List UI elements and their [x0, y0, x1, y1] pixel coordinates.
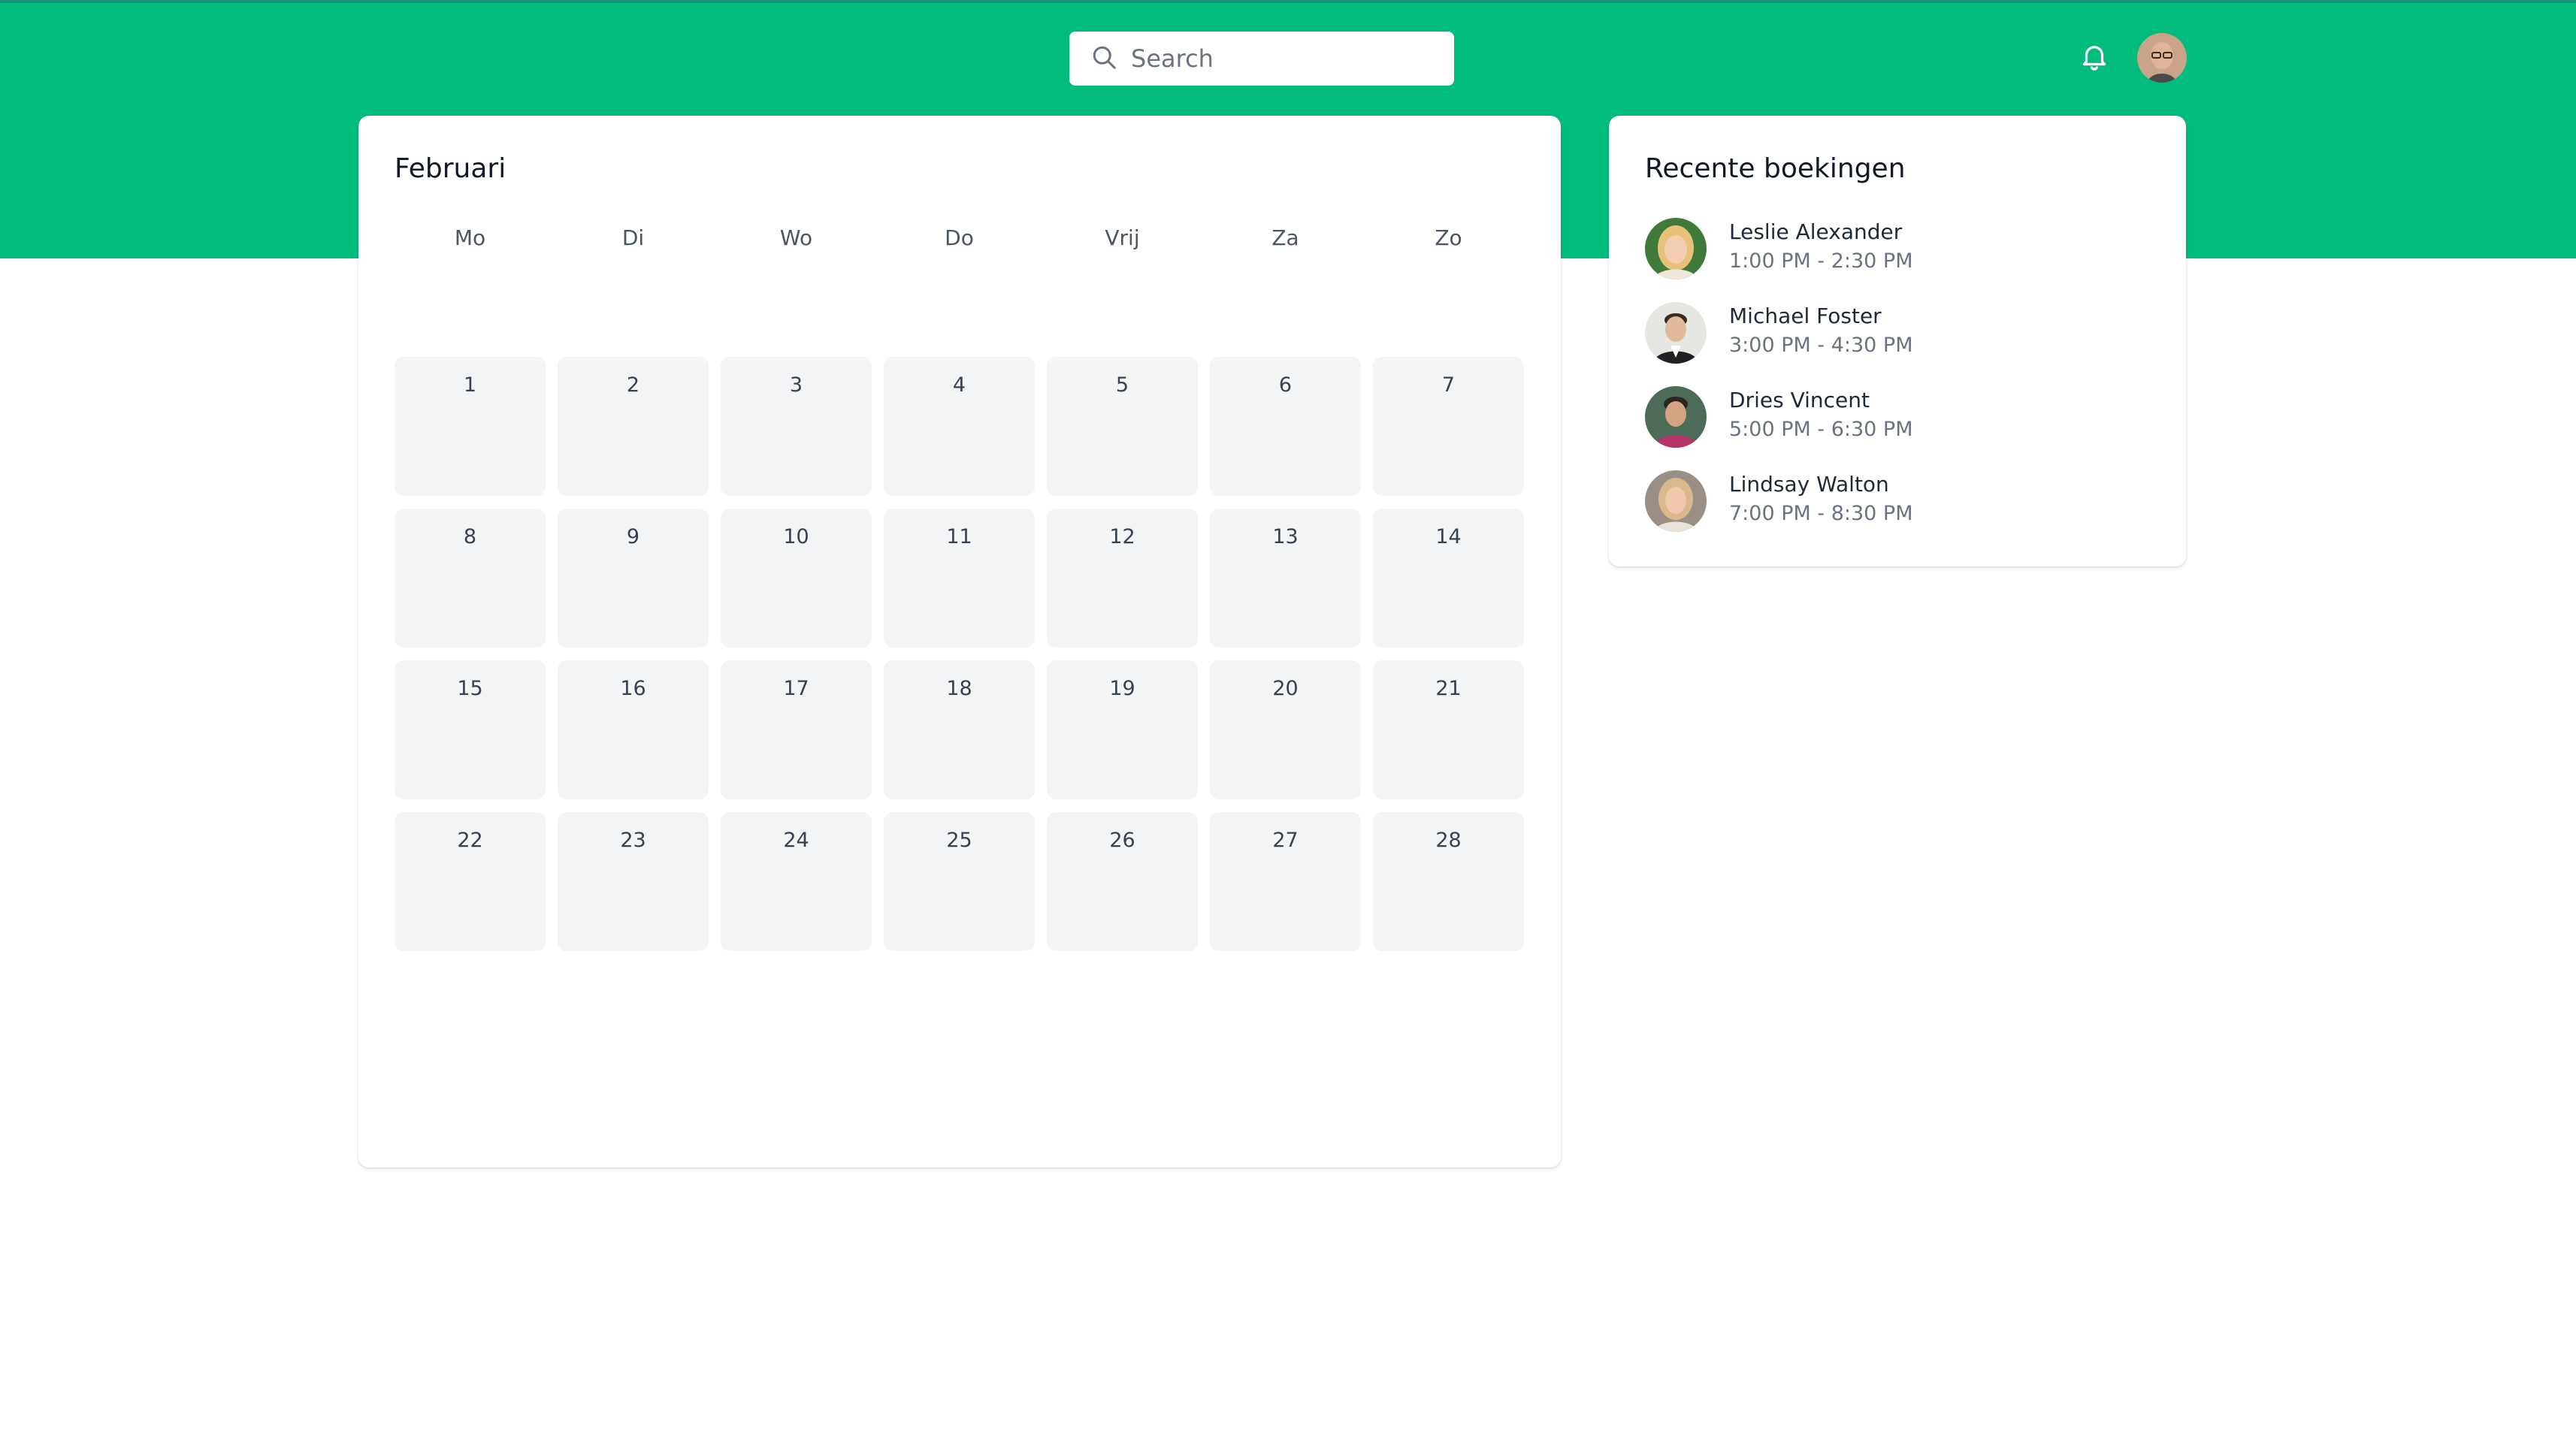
weekday-label: Za [1271, 225, 1299, 250]
calendar-day[interactable]: 18 [884, 660, 1035, 799]
calendar-day[interactable]: 11 [884, 509, 1035, 648]
booking-item[interactable]: Dries Vincent 5:00 PM - 6:30 PM [1645, 385, 2156, 452]
day-number: 27 [1272, 829, 1299, 852]
search-input[interactable]: Search [1131, 44, 1214, 73]
weekday-label: Wo [779, 225, 813, 250]
calendar-day[interactable]: 23 [558, 812, 709, 951]
booking-name: Leslie Alexander [1729, 219, 1903, 244]
day-number: 12 [1109, 525, 1135, 548]
day-number: 22 [457, 829, 483, 852]
calendar-day[interactable]: 15 [395, 660, 546, 799]
day-number: 26 [1109, 829, 1135, 852]
booking-name: Lindsay Walton [1729, 472, 1889, 497]
weekday-header-row: Mo Di Wo Do Vrij Za Zo [395, 225, 1525, 255]
day-number: 28 [1435, 829, 1462, 852]
avatar [1645, 470, 1707, 532]
calendar-card: Februari Mo Di Wo Do Vrij Za Zo 1 2 3 4 … [358, 116, 1561, 1168]
recent-bookings-card: Recente boekingen Leslie Alexander 1:00 … [1609, 116, 2186, 566]
weekday-label: Di [621, 225, 645, 250]
calendar-day-grid: 1 2 3 4 5 6 7 8 9 10 11 12 13 14 15 16 1… [395, 357, 1525, 951]
day-number: 3 [789, 373, 803, 397]
booking-name: Dries Vincent [1729, 388, 1870, 412]
calendar-day[interactable]: 1 [395, 357, 546, 496]
day-number: 6 [1278, 373, 1293, 397]
calendar-day[interactable]: 17 [721, 660, 872, 799]
day-number: 25 [946, 829, 972, 852]
calendar-day[interactable]: 24 [721, 812, 872, 951]
day-number: 11 [946, 525, 972, 548]
day-number: 1 [463, 373, 477, 397]
avatar [1645, 302, 1707, 364]
booking-item[interactable]: Leslie Alexander 1:00 PM - 2:30 PM [1645, 216, 2156, 284]
weekday-label: Mo [454, 225, 486, 250]
day-number: 23 [620, 829, 646, 852]
booking-item[interactable]: Lindsay Walton 7:00 PM - 8:30 PM [1645, 469, 2156, 536]
day-number: 9 [626, 525, 640, 548]
weekday-label: Vrij [1105, 225, 1140, 250]
calendar-day[interactable]: 25 [884, 812, 1035, 951]
calendar-day[interactable]: 22 [395, 812, 546, 951]
calendar-day[interactable]: 7 [1373, 357, 1524, 496]
calendar-day[interactable]: 5 [1047, 357, 1198, 496]
bell-icon [2079, 41, 2110, 75]
calendar-day[interactable]: 14 [1373, 509, 1524, 648]
calendar-day[interactable]: 26 [1047, 812, 1198, 951]
day-number: 14 [1435, 525, 1462, 548]
calendar-day[interactable]: 13 [1210, 509, 1361, 648]
calendar-day[interactable]: 28 [1373, 812, 1524, 951]
calendar-day[interactable]: 20 [1210, 660, 1361, 799]
day-number: 4 [952, 373, 966, 397]
day-number: 5 [1115, 373, 1129, 397]
search-icon [1090, 44, 1117, 74]
booking-time: 7:00 PM - 8:30 PM [1729, 502, 1913, 525]
booking-name: Michael Foster [1729, 304, 1882, 328]
day-number: 20 [1272, 677, 1299, 700]
recent-bookings-title: Recente boekingen [1645, 153, 1906, 184]
day-number: 15 [457, 677, 483, 700]
booking-time: 3:00 PM - 4:30 PM [1729, 334, 1913, 357]
search-box[interactable]: Search [1069, 32, 1454, 86]
day-number: 10 [783, 525, 809, 548]
booking-time: 5:00 PM - 6:30 PM [1729, 418, 1913, 441]
calendar-day[interactable]: 2 [558, 357, 709, 496]
day-number: 13 [1272, 525, 1299, 548]
calendar-day[interactable]: 27 [1210, 812, 1361, 951]
calendar-day[interactable]: 12 [1047, 509, 1198, 648]
calendar-day[interactable]: 4 [884, 357, 1035, 496]
calendar-day[interactable]: 16 [558, 660, 709, 799]
calendar-day[interactable]: 19 [1047, 660, 1198, 799]
calendar-day[interactable]: 8 [395, 509, 546, 648]
user-avatar[interactable] [2137, 33, 2187, 83]
weekday-label: Zo [1435, 225, 1462, 250]
calendar-day[interactable]: 21 [1373, 660, 1524, 799]
notifications-button[interactable] [2077, 41, 2112, 75]
avatar [1645, 386, 1707, 448]
calendar-month-title: Februari [395, 153, 506, 184]
day-number: 8 [463, 525, 477, 548]
calendar-day[interactable]: 10 [721, 509, 872, 648]
calendar-day[interactable]: 6 [1210, 357, 1361, 496]
day-number: 16 [620, 677, 646, 700]
day-number: 18 [946, 677, 972, 700]
booking-time: 1:00 PM - 2:30 PM [1729, 249, 1913, 273]
booking-item[interactable]: Michael Foster 3:00 PM - 4:30 PM [1645, 301, 2156, 368]
day-number: 21 [1435, 677, 1462, 700]
weekday-label: Do [945, 225, 974, 250]
day-number: 2 [626, 373, 640, 397]
day-number: 17 [783, 677, 809, 700]
avatar [1645, 218, 1707, 279]
day-number: 7 [1441, 373, 1456, 397]
calendar-day[interactable]: 3 [721, 357, 872, 496]
calendar-day[interactable]: 9 [558, 509, 709, 648]
day-number: 24 [783, 829, 809, 852]
day-number: 19 [1109, 677, 1135, 700]
